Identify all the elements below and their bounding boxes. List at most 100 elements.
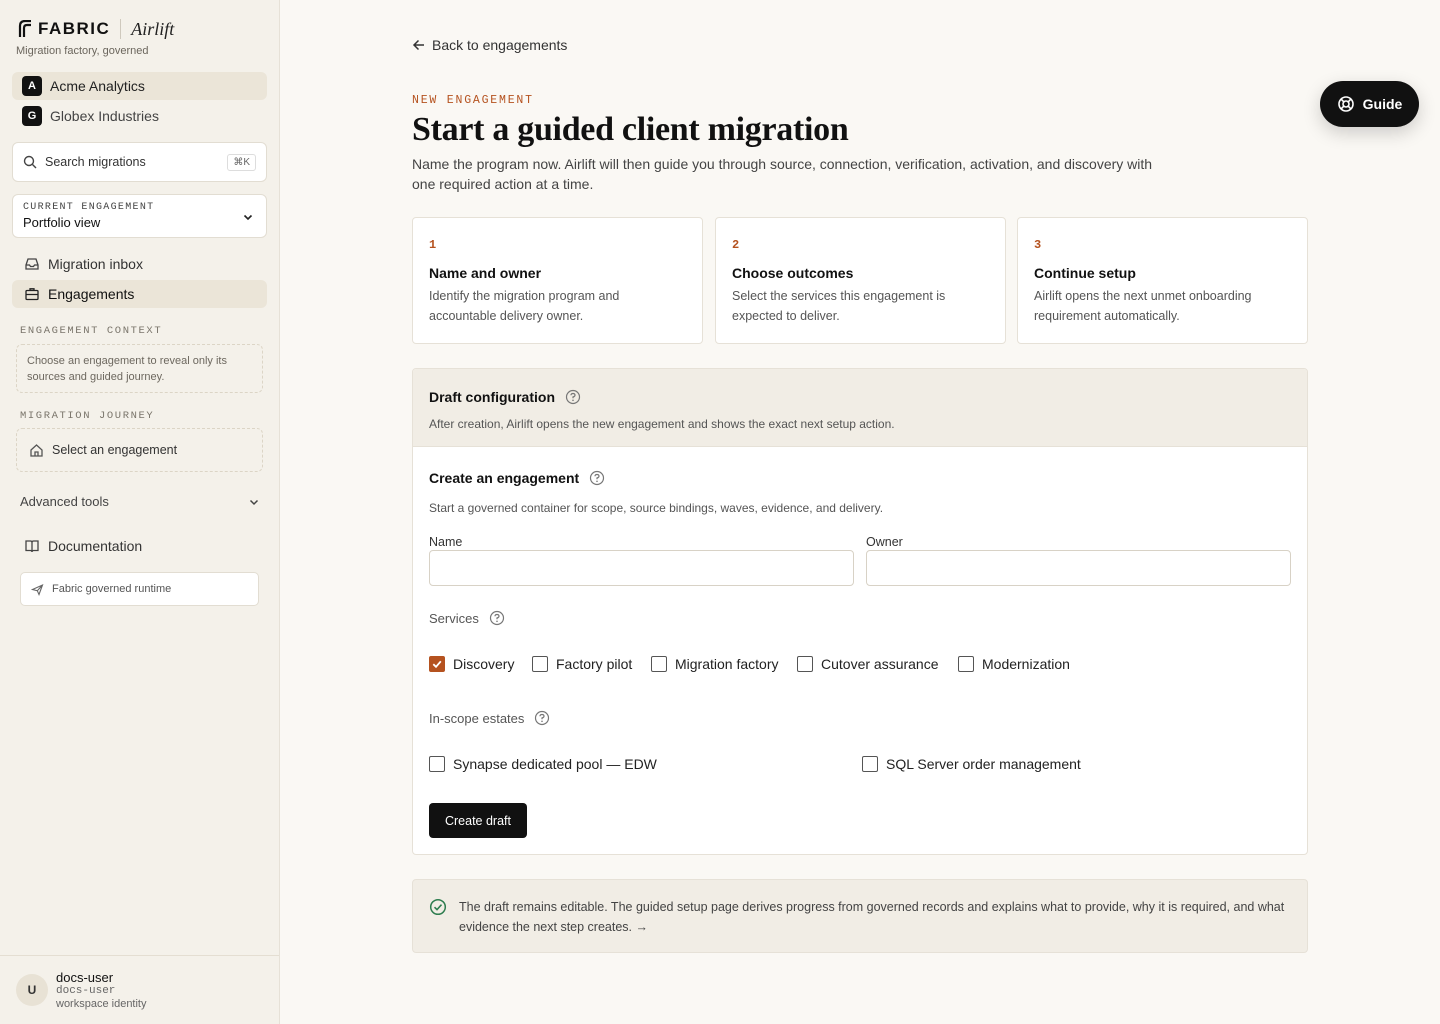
advanced-tools-toggle[interactable]: Advanced tools bbox=[20, 494, 260, 509]
estates-label: In-scope estates bbox=[429, 710, 525, 726]
step-title: Choose outcomes bbox=[732, 265, 854, 281]
estate-label: Synapse dedicated pool — EDW bbox=[453, 756, 657, 772]
draft-configuration-card: Draft configuration After creation, Airl… bbox=[412, 368, 1308, 855]
org-label: Globex Industries bbox=[50, 108, 159, 124]
service-checkbox-modernization[interactable]: Modernization bbox=[958, 656, 1070, 672]
draft-title: Draft configuration bbox=[429, 389, 555, 405]
org-item-globex[interactable]: G Globex Industries bbox=[12, 102, 267, 130]
estate-checkbox-sql-server[interactable]: SQL Server order management bbox=[862, 756, 1081, 772]
service-label: Factory pilot bbox=[556, 656, 633, 672]
briefcase-icon bbox=[24, 286, 48, 302]
owner-label: Owner bbox=[866, 535, 903, 549]
search-placeholder: Search migrations bbox=[45, 155, 146, 169]
page-title: Start a guided client migration bbox=[412, 111, 849, 148]
guide-button[interactable]: Guide bbox=[1320, 81, 1419, 127]
engagement-context-text: Choose an engagement to reveal only its … bbox=[27, 355, 227, 383]
advanced-tools-label: Advanced tools bbox=[20, 494, 109, 509]
checkbox[interactable] bbox=[429, 756, 445, 772]
service-label: Modernization bbox=[982, 656, 1070, 672]
step-title: Name and owner bbox=[429, 265, 542, 281]
help-icon[interactable] bbox=[479, 610, 505, 626]
journey-label: Select an engagement bbox=[52, 443, 178, 457]
migration-journey-label: MIGRATION JOURNEY bbox=[20, 410, 155, 422]
engagement-selector[interactable]: CURRENT ENGAGEMENT Portfolio view bbox=[12, 194, 267, 238]
search-input[interactable]: Search migrations ⌘K bbox=[12, 142, 267, 182]
runtime-label: Fabric governed runtime bbox=[52, 583, 172, 595]
help-icon[interactable] bbox=[555, 389, 581, 405]
nav-label: Documentation bbox=[48, 538, 143, 554]
checkbox[interactable] bbox=[797, 656, 813, 672]
engagement-selector-value: Portfolio view bbox=[23, 215, 101, 230]
user-id: docs-user bbox=[56, 984, 116, 997]
service-checkbox-discovery[interactable]: Discovery bbox=[429, 656, 514, 672]
form-title-row: Create an engagement bbox=[429, 470, 605, 486]
draft-header: Draft configuration After creation, Airl… bbox=[413, 369, 1307, 447]
product-name: Airlift bbox=[131, 18, 175, 39]
user-name: docs-user bbox=[56, 969, 114, 985]
service-checkbox-factory-pilot[interactable]: Factory pilot bbox=[532, 656, 632, 672]
step-number: 1 bbox=[429, 238, 437, 252]
service-label: Cutover assurance bbox=[821, 656, 939, 672]
help-icon[interactable] bbox=[579, 470, 605, 486]
brand-divider bbox=[120, 19, 122, 39]
tagline: Migration factory, governed bbox=[16, 45, 149, 57]
service-checkbox-migration-factory[interactable]: Migration factory bbox=[651, 656, 778, 672]
nav-label: Migration inbox bbox=[48, 256, 143, 272]
services-label: Services bbox=[429, 610, 479, 626]
search-icon bbox=[23, 155, 37, 169]
checkbox[interactable] bbox=[958, 656, 974, 672]
step-card-2: 2 Choose outcomes Select the services th… bbox=[715, 217, 1006, 344]
service-label: Discovery bbox=[453, 656, 515, 672]
org-badge: G bbox=[22, 106, 42, 126]
info-note-text[interactable]: The draft remains editable. The guided s… bbox=[459, 900, 1284, 934]
inbox-icon bbox=[24, 256, 48, 272]
nav-label: Engagements bbox=[48, 286, 135, 302]
step-card-3: 3 Continue setup Airlift opens the next … bbox=[1017, 217, 1308, 344]
checkbox[interactable] bbox=[651, 656, 667, 672]
back-link[interactable]: Back to engagements bbox=[412, 37, 567, 53]
nav-item-engagements[interactable]: Engagements bbox=[12, 280, 267, 308]
brand-name: FABRIC bbox=[38, 19, 111, 38]
plane-icon bbox=[31, 583, 52, 596]
shortcut-badge: ⌘K bbox=[227, 153, 256, 171]
services-label-row: Services bbox=[429, 610, 505, 626]
page-subtitle: Name the program now. Airlift will then … bbox=[412, 156, 1153, 192]
org-item-acme[interactable]: A Acme Analytics bbox=[12, 72, 267, 100]
service-checkbox-cutover-assurance[interactable]: Cutover assurance bbox=[797, 656, 939, 672]
select-engagement-item[interactable]: Select an engagement bbox=[17, 429, 262, 471]
fabric-logo-icon bbox=[18, 20, 32, 38]
checkbox-checked[interactable] bbox=[429, 656, 445, 672]
user-profile[interactable]: U docs-user docs-user workspace identity bbox=[0, 955, 279, 1024]
guide-label: Guide bbox=[1362, 96, 1403, 112]
nav-item-migration-inbox[interactable]: Migration inbox bbox=[12, 250, 267, 278]
create-draft-button[interactable]: Create draft bbox=[429, 803, 527, 838]
info-note: The draft remains editable. The guided s… bbox=[412, 879, 1308, 953]
user-role: workspace identity bbox=[56, 997, 147, 1010]
chevron-down-icon bbox=[242, 211, 254, 223]
engagement-context-label: ENGAGEMENT CONTEXT bbox=[20, 325, 163, 337]
engagement-selector-label: CURRENT ENGAGEMENT bbox=[23, 202, 155, 213]
home-icon bbox=[29, 443, 52, 458]
name-label: Name bbox=[429, 535, 463, 549]
step-title: Continue setup bbox=[1034, 265, 1136, 281]
brand-logo[interactable]: FABRIC Airlift bbox=[18, 18, 174, 40]
name-field[interactable] bbox=[429, 550, 854, 586]
owner-field[interactable] bbox=[866, 550, 1291, 586]
estates-label-row: In-scope estates bbox=[429, 710, 550, 726]
estate-checkbox-synapse[interactable]: Synapse dedicated pool — EDW bbox=[429, 756, 657, 772]
step-card-1: 1 Name and owner Identify the migration … bbox=[412, 217, 703, 344]
org-label: Acme Analytics bbox=[50, 78, 145, 94]
back-label: Back to engagements bbox=[432, 37, 568, 53]
runtime-badge: Fabric governed runtime bbox=[20, 572, 259, 606]
draft-description: After creation, Airlift opens the new en… bbox=[429, 417, 895, 431]
checkbox[interactable] bbox=[532, 656, 548, 672]
estate-label: SQL Server order management bbox=[886, 756, 1081, 772]
step-description: Identify the migration program and accou… bbox=[429, 289, 620, 323]
checkbox[interactable] bbox=[862, 756, 878, 772]
nav-item-documentation[interactable]: Documentation bbox=[12, 532, 267, 560]
migration-journey-box: Select an engagement bbox=[16, 428, 263, 472]
step-number: 2 bbox=[732, 238, 740, 252]
help-icon[interactable] bbox=[524, 710, 550, 726]
step-description: Airlift opens the next unmet onboarding … bbox=[1034, 289, 1252, 323]
engagement-context-box: Choose an engagement to reveal only its … bbox=[16, 344, 263, 393]
